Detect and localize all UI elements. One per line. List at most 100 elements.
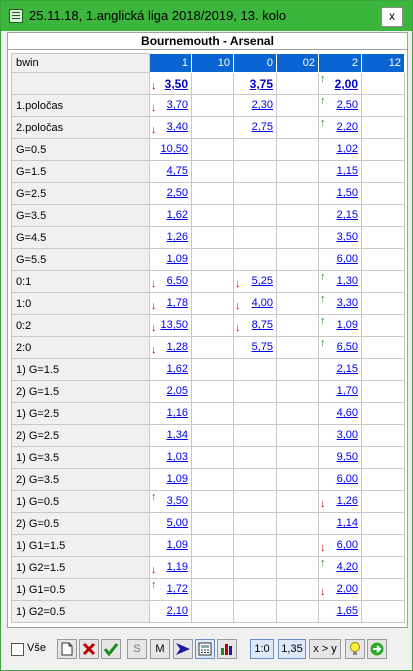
odds-cell-col-0[interactable]: 3,75: [233, 72, 277, 95]
odds-cell-col-2[interactable]: 1,14: [318, 512, 362, 535]
odds-cell-col-1[interactable]: 2,50: [149, 182, 192, 205]
delete-button[interactable]: [79, 639, 99, 659]
s-button[interactable]: S: [127, 639, 147, 659]
score-button[interactable]: 1:0: [250, 639, 274, 659]
column-header-10[interactable]: 10: [191, 53, 234, 73]
odds-cell-col-1[interactable]: ↓ 1,19: [149, 556, 192, 579]
odds-cell-col-2[interactable]: 6,00: [318, 248, 362, 271]
odds-value-link[interactable]: 1,03: [167, 451, 188, 463]
odds-cell-col-2[interactable]: 4,60: [318, 402, 362, 425]
odds-cell-col-1[interactable]: 1,16: [149, 402, 192, 425]
odds-value-link[interactable]: 2,75: [252, 121, 273, 133]
close-button[interactable]: x: [381, 7, 403, 27]
odds-value-link[interactable]: 2,15: [337, 363, 358, 375]
odds-cell-col-0[interactable]: 5,75: [233, 336, 277, 359]
odds-value-link[interactable]: 1,26: [167, 231, 188, 243]
compare-button[interactable]: x > y: [309, 639, 341, 659]
odds-value-link[interactable]: 1,09: [167, 253, 188, 265]
odds-value-link[interactable]: 2,15: [337, 209, 358, 221]
odds-value-link[interactable]: 2,00: [337, 583, 358, 595]
odds-cell-col-2[interactable]: 3,50: [318, 226, 362, 249]
odds-cell-col-2[interactable]: 3,00: [318, 424, 362, 447]
odds-value-link[interactable]: 2,50: [337, 99, 358, 111]
odds-cell-col-1[interactable]: ↓ 1,78: [149, 292, 192, 315]
odds-cell-col-1[interactable]: ↓ 3,70: [149, 94, 192, 117]
odds-value-link[interactable]: 6,00: [337, 253, 358, 265]
odds-value-link[interactable]: 4,00: [252, 297, 273, 309]
odds-cell-col-2[interactable]: 9,50: [318, 446, 362, 469]
odds-cell-col-1[interactable]: ↓ 3,40: [149, 116, 192, 139]
odds-cell-col-2[interactable]: 1,70: [318, 380, 362, 403]
odds-value-link[interactable]: 1,14: [337, 517, 358, 529]
odds-cell-col-0[interactable]: ↓ 5,25: [233, 270, 277, 293]
odds-value-link[interactable]: 2,20: [337, 121, 358, 133]
new-document-button[interactable]: [57, 639, 77, 659]
odds-cell-col-1[interactable]: 1,34: [149, 424, 192, 447]
odds-value-link[interactable]: 1,62: [167, 363, 188, 375]
odds-value-link[interactable]: 1,72: [167, 583, 188, 595]
odds-cell-col-1[interactable]: 2,05: [149, 380, 192, 403]
odds-value-link[interactable]: 1,16: [167, 407, 188, 419]
odds-cell-col-1[interactable]: 10,50: [149, 138, 192, 161]
odds-value-link[interactable]: 1,62: [167, 209, 188, 221]
odds-value-link[interactable]: 3,50: [337, 231, 358, 243]
odds-cell-col-1[interactable]: ↓ 13,50: [149, 314, 192, 337]
odds-value-link[interactable]: 2,50: [167, 187, 188, 199]
odds-value-link[interactable]: 2,30: [252, 99, 273, 111]
odds-value-link[interactable]: 1,70: [337, 385, 358, 397]
odds-cell-col-2[interactable]: 2,15: [318, 358, 362, 381]
odds-cell-col-2[interactable]: 1,50: [318, 182, 362, 205]
odds-value-link[interactable]: 1,09: [167, 539, 188, 551]
odds-cell-col-0[interactable]: 2,75: [233, 116, 277, 139]
odds-value-link[interactable]: 4,75: [167, 165, 188, 177]
odds-cell-col-1[interactable]: ↑ 1,72: [149, 578, 192, 601]
odds-cell-col-1[interactable]: 1,09: [149, 248, 192, 271]
odds-cell-col-2[interactable]: ↑ 1,30: [318, 270, 362, 293]
odds-value-link[interactable]: 1,28: [167, 341, 188, 353]
odds-value-link[interactable]: 6,00: [337, 539, 358, 551]
column-header-1[interactable]: 1: [149, 53, 192, 73]
odds-value-link[interactable]: 4,60: [337, 407, 358, 419]
odds-cell-col-2[interactable]: 1,15: [318, 160, 362, 183]
odds-cell-col-1[interactable]: ↑ 3,50: [149, 490, 192, 513]
chart-button[interactable]: [217, 639, 237, 659]
odds-value-link[interactable]: 9,50: [337, 451, 358, 463]
odds-cell-col-2[interactable]: 1,02: [318, 138, 362, 161]
column-header-02[interactable]: 02: [276, 53, 319, 73]
odds-value-link[interactable]: 6,00: [337, 473, 358, 485]
odds-value-link[interactable]: 10,50: [160, 143, 188, 155]
odds-cell-col-1[interactable]: 1,09: [149, 534, 192, 557]
odds-cell-col-1[interactable]: 5,00: [149, 512, 192, 535]
column-header-0[interactable]: 0: [233, 53, 277, 73]
odds-value-link[interactable]: 5,00: [167, 517, 188, 529]
odds-cell-col-0[interactable]: 2,30: [233, 94, 277, 117]
odds-cell-col-1[interactable]: ↓ 1,28: [149, 336, 192, 359]
odds-cell-col-1[interactable]: 1,62: [149, 204, 192, 227]
send-button[interactable]: [173, 639, 193, 659]
odds-value-link[interactable]: 1,34: [167, 429, 188, 441]
odds-value-link[interactable]: 1,65: [337, 605, 358, 617]
odds-cell-col-2[interactable]: ↑ 3,30: [318, 292, 362, 315]
odds-value-link[interactable]: 2,05: [167, 385, 188, 397]
odds-value-link[interactable]: 4,20: [337, 561, 358, 573]
odds-value-link[interactable]: 6,50: [337, 341, 358, 353]
odds-value-link[interactable]: 3,50: [165, 77, 188, 91]
column-header-12[interactable]: 12: [361, 53, 405, 73]
odds-cell-col-2[interactable]: ↑ 2,50: [318, 94, 362, 117]
odds-value-link[interactable]: 3,75: [250, 77, 273, 91]
odds-cell-col-0[interactable]: ↓ 4,00: [233, 292, 277, 315]
confirm-button[interactable]: [101, 639, 121, 659]
odds-cell-col-1[interactable]: ↓ 3,50: [149, 72, 192, 95]
odds-value-link[interactable]: 13,50: [160, 319, 188, 331]
odds-value-link[interactable]: 2,00: [335, 77, 358, 91]
odds-cell-col-2[interactable]: 6,00: [318, 468, 362, 491]
odds-cell-col-2[interactable]: ↓ 1,26: [318, 490, 362, 513]
odds-cell-col-2[interactable]: ↓ 2,00: [318, 578, 362, 601]
odds-value-link[interactable]: 1,09: [337, 319, 358, 331]
odds-cell-col-1[interactable]: 1,09: [149, 468, 192, 491]
odds-value-link[interactable]: 1,78: [167, 297, 188, 309]
odds-value-link[interactable]: 2,10: [167, 605, 188, 617]
odds-value-link[interactable]: 8,75: [252, 319, 273, 331]
odds-cell-col-2[interactable]: ↑ 1,09: [318, 314, 362, 337]
odds-cell-col-0[interactable]: ↓ 8,75: [233, 314, 277, 337]
